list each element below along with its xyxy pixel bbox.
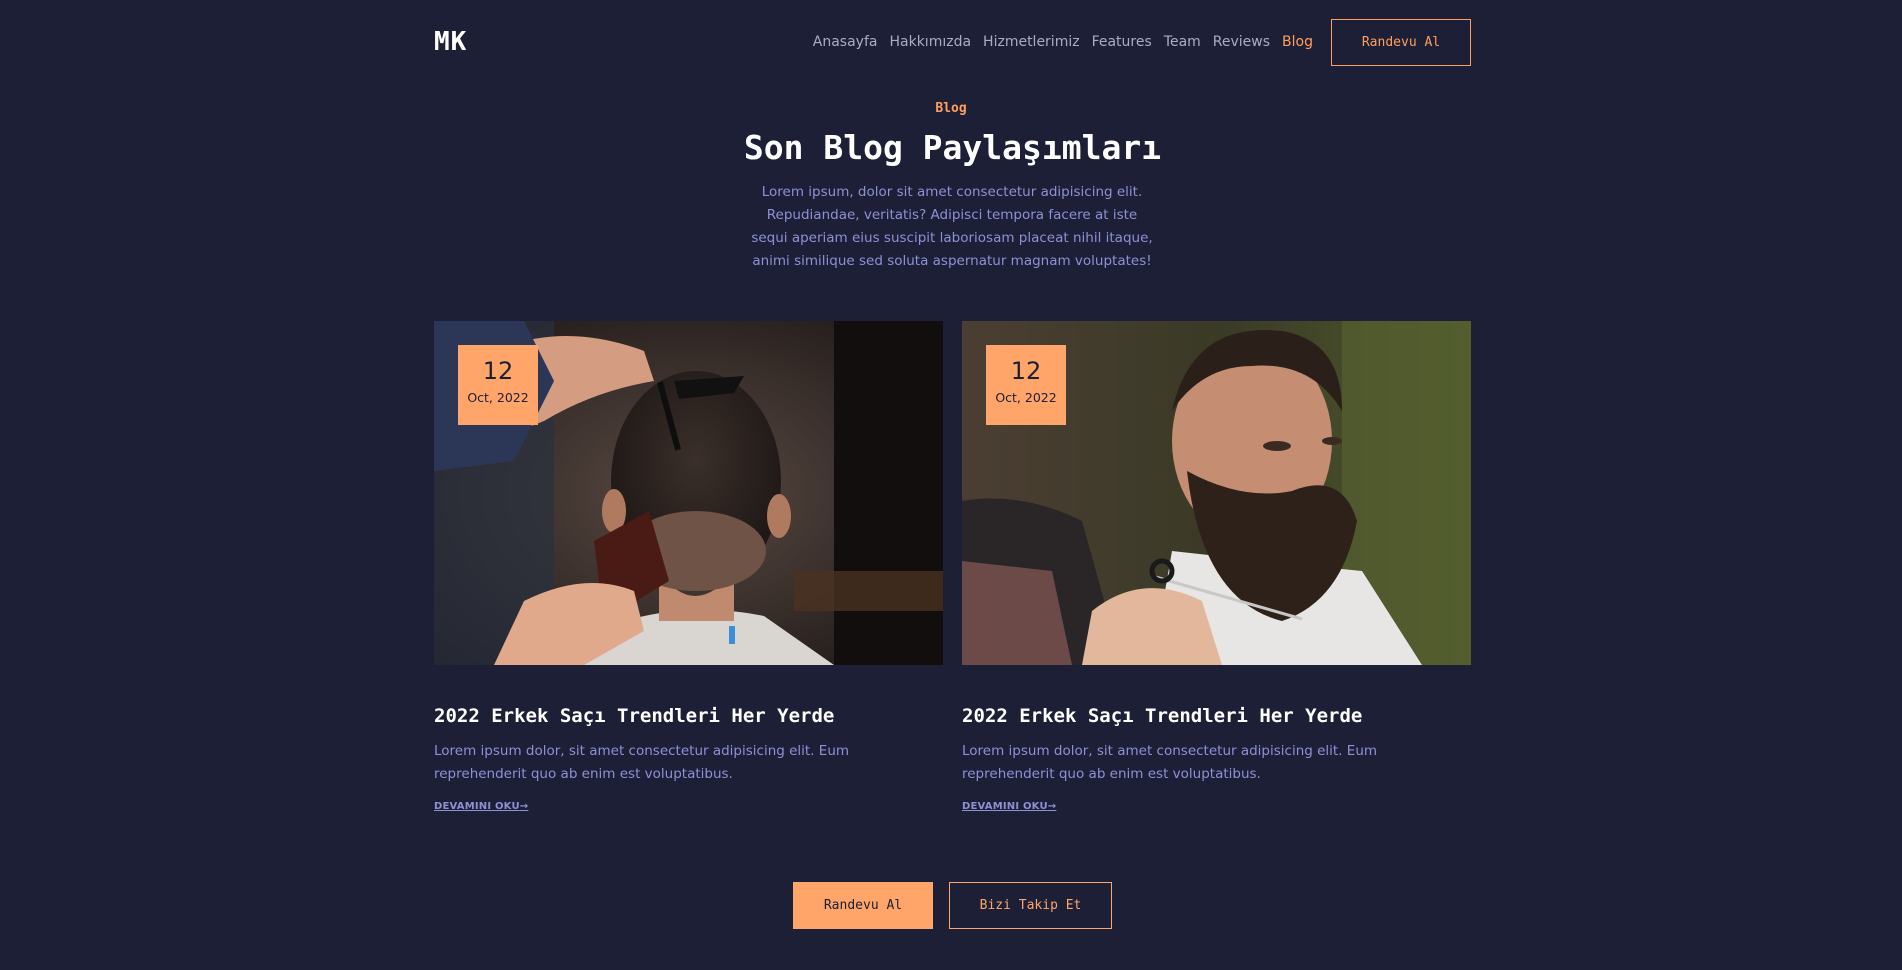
blog-card: 12 Oct, 2022 2022 Erkek Saçı Trendleri H… xyxy=(962,321,1471,813)
blog-card-excerpt: Lorem ipsum dolor, sit amet consectetur … xyxy=(434,743,850,782)
follow-us-button[interactable]: Bizi Takip Et xyxy=(949,882,1112,929)
date-day: 12 xyxy=(482,357,514,385)
nav-item-reviews[interactable]: Reviews xyxy=(1213,34,1270,50)
nav-item-features[interactable]: Features xyxy=(1092,34,1152,50)
blog-card-title[interactable]: 2022 Erkek Saçı Trendleri Her Yerde xyxy=(962,705,1471,727)
section-eyebrow: Blog xyxy=(935,101,967,116)
main-nav: Anasayfa Hakkımızda Hizmetlerimiz Featur… xyxy=(801,18,1471,66)
section-title: Son Blog Paylaşımları xyxy=(743,128,1162,167)
logo[interactable]: MK xyxy=(434,27,467,57)
arrow-right-icon: → xyxy=(519,801,529,812)
read-more-link[interactable]: DEVAMINI OKU→ xyxy=(962,801,1056,812)
blog-card-title[interactable]: 2022 Erkek Saçı Trendleri Her Yerde xyxy=(434,705,943,727)
arrow-right-icon: → xyxy=(1047,801,1057,812)
blog-photo-beard-trim[interactable]: 12 Oct, 2022 xyxy=(962,321,1471,665)
date-day: 12 xyxy=(1010,357,1042,385)
nav-item-team[interactable]: Team xyxy=(1164,34,1201,50)
blog-card: 12 Oct, 2022 2022 Erkek Saçı Trendleri H… xyxy=(434,321,943,813)
read-more-label: DEVAMINI OKU xyxy=(434,801,520,812)
date-month-year: Oct, 2022 xyxy=(995,390,1057,405)
nav-item-hakkimizda[interactable]: Hakkımızda xyxy=(889,34,971,50)
nav-item-hizmetlerimiz[interactable]: Hizmetlerimiz xyxy=(983,34,1080,50)
site-header: MK Anasayfa Hakkımızda Hizmetlerimiz Fea… xyxy=(434,18,1471,66)
header-appointment-button[interactable]: Randevu Al xyxy=(1331,18,1471,66)
nav-item-blog[interactable]: Blog xyxy=(1282,34,1313,50)
nav-item-anasayfa[interactable]: Anasayfa xyxy=(813,34,878,50)
blog-photo-haircut[interactable]: 12 Oct, 2022 xyxy=(434,321,943,665)
section-lead: Lorem ipsum, dolor sit amet consectetur … xyxy=(751,184,1153,269)
read-more-link[interactable]: DEVAMINI OKU→ xyxy=(434,801,528,812)
date-month-year: Oct, 2022 xyxy=(467,390,529,405)
appointment-button[interactable]: Randevu Al xyxy=(793,882,933,929)
date-badge: 12 Oct, 2022 xyxy=(458,345,538,425)
date-badge: 12 Oct, 2022 xyxy=(986,345,1066,425)
read-more-label: DEVAMINI OKU xyxy=(962,801,1048,812)
blog-card-excerpt: Lorem ipsum dolor, sit amet consectetur … xyxy=(962,743,1378,782)
